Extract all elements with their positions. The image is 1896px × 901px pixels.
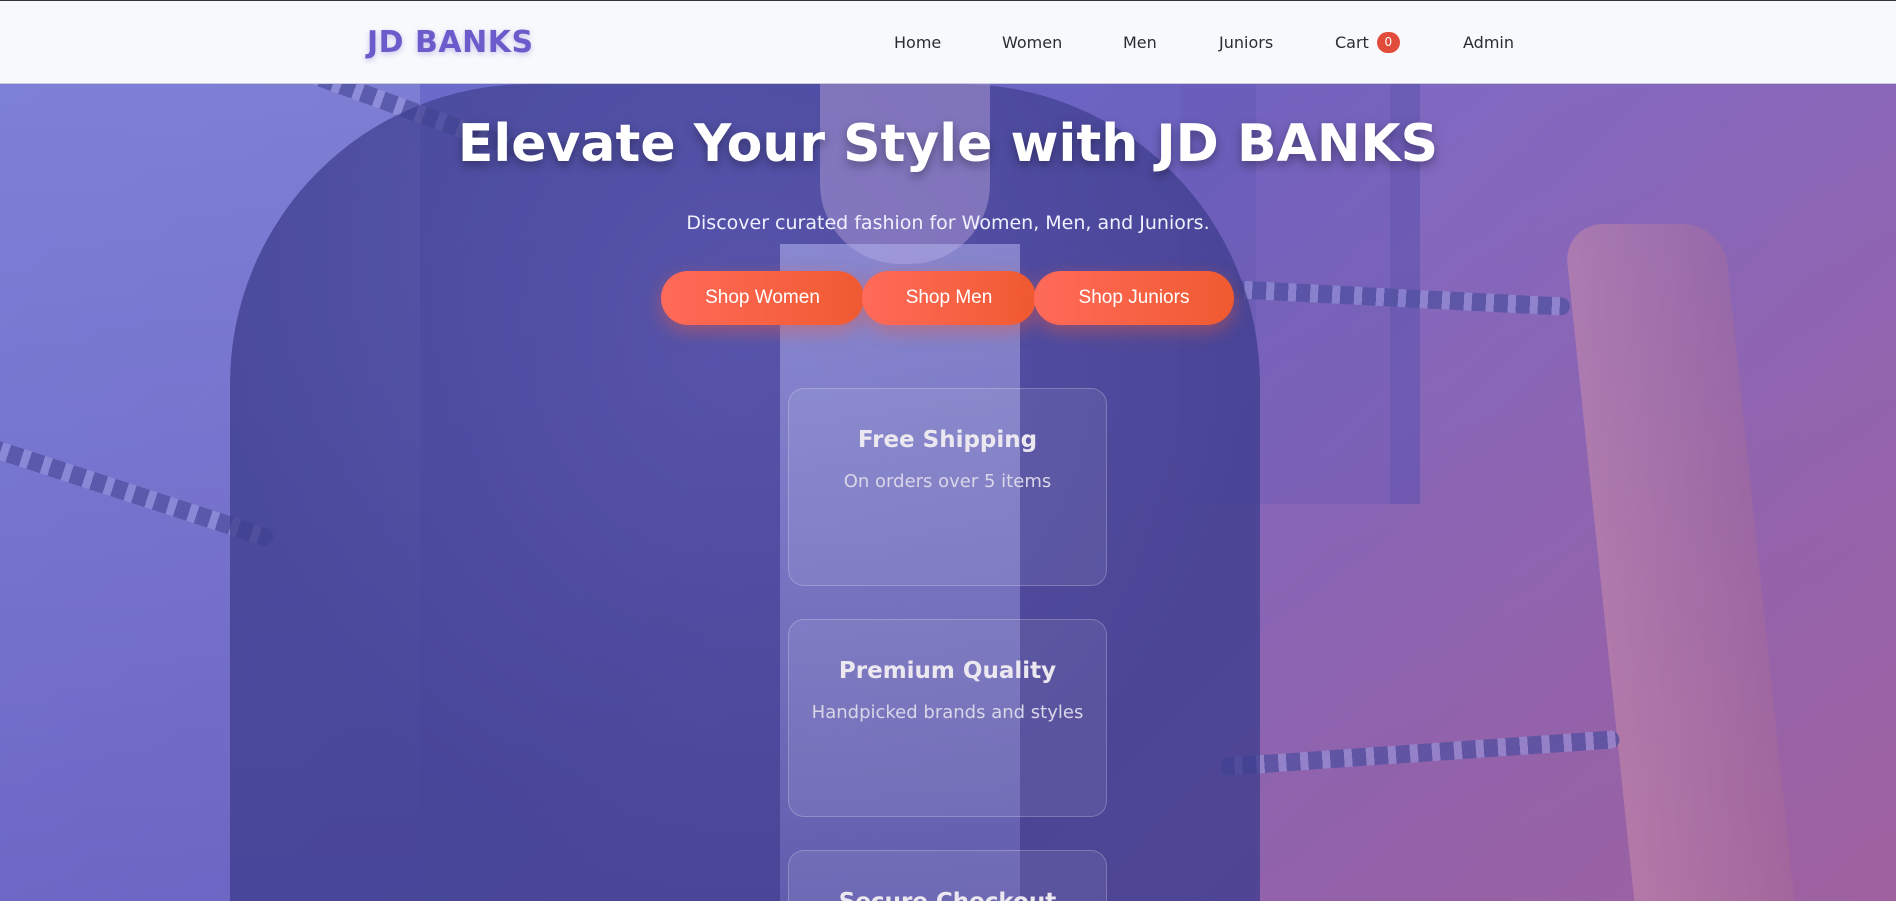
- hero-title: Elevate Your Style with JD BANKS: [457, 114, 1439, 174]
- cta-button-group: Shop Women Shop Men Shop Juniors: [0, 271, 1896, 325]
- nav-home[interactable]: Home: [894, 33, 941, 52]
- nav-cart[interactable]: Cart 0: [1335, 32, 1400, 54]
- hero-section: Elevate Your Style with JD BANKS Discove…: [0, 84, 1896, 901]
- feature-card-checkout: Secure Checkout: [788, 850, 1107, 901]
- shop-men-button[interactable]: Shop Men: [862, 271, 1036, 325]
- shop-women-button[interactable]: Shop Women: [661, 271, 864, 325]
- feature-title: Free Shipping: [857, 427, 1038, 453]
- nav-cart-label: Cart: [1335, 33, 1369, 52]
- feature-text: On orders over 5 items: [843, 471, 1052, 492]
- hero-subtitle: Discover curated fashion for Women, Men,…: [686, 212, 1210, 234]
- nav-links: Home Women Men Juniors Cart 0 Admin: [0, 1, 1896, 85]
- nav-admin[interactable]: Admin: [1463, 33, 1514, 52]
- feature-title: Premium Quality: [838, 658, 1057, 684]
- feature-text: Handpicked brands and styles: [811, 702, 1084, 723]
- navbar: JD BANKS Home Women Men Juniors Cart 0 Ad…: [0, 0, 1896, 84]
- nav-women[interactable]: Women: [1002, 33, 1062, 52]
- nav-juniors[interactable]: Juniors: [1219, 33, 1273, 52]
- hero-content: Elevate Your Style with JD BANKS Discove…: [0, 84, 1896, 901]
- feature-card-quality: Premium Quality Handpicked brands and st…: [788, 619, 1107, 817]
- nav-men[interactable]: Men: [1123, 33, 1157, 52]
- cart-count-badge: 0: [1376, 32, 1400, 53]
- feature-title: Secure Checkout: [789, 889, 1106, 901]
- shop-juniors-button[interactable]: Shop Juniors: [1034, 271, 1234, 325]
- feature-card-shipping: Free Shipping On orders over 5 items: [788, 388, 1107, 586]
